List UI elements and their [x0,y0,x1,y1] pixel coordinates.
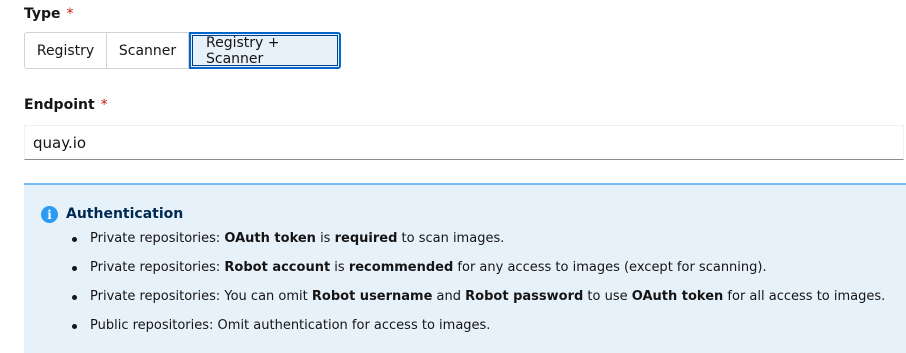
toggle-scanner[interactable]: Scanner [107,32,189,69]
toggle-registry[interactable]: Registry [24,32,107,69]
emphasis-text: Robot password [465,289,584,304]
item-text: Public repositories: Omit authentication… [90,318,491,333]
alert-list-item: Private repositories: Robot account is r… [72,260,885,289]
emphasis-text: required [334,231,398,246]
authentication-alert: i Authentication Private repositories: O… [24,183,906,353]
endpoint-value: quay.io [33,133,87,152]
required-asterisk: * [66,6,74,22]
alert-title: Authentication [66,206,184,222]
item-text: Private repositories: [90,231,225,246]
emphasis-text: OAuth token [631,289,724,304]
item-text: Private repositories: [90,260,225,275]
type-toggle-group: Registry Scanner Registry + Scanner [24,32,341,69]
alert-list-item: Public repositories: Omit authentication… [72,318,885,347]
type-label-text: Type [24,6,61,22]
endpoint-label-text: Endpoint [24,97,95,113]
item-text: to use [583,289,632,304]
info-icon: i [41,206,58,223]
alert-list-item: Private repositories: OAuth token is req… [72,231,885,260]
emphasis-text: recommended [348,260,454,275]
alert-list: Private repositories: OAuth token is req… [72,231,885,347]
alert-list-item: Private repositories: You can omit Robot… [72,289,885,318]
item-text: is [330,260,349,275]
emphasis-text: Robot account [224,260,331,275]
item-text: and [432,289,466,304]
type-label: Type * [24,6,74,22]
endpoint-label: Endpoint * [24,97,108,113]
emphasis-text: Robot username [311,289,433,304]
item-text: is [315,231,335,246]
item-text: Private repositories: You can omit [90,289,312,304]
item-text: to scan images. [397,231,505,246]
emphasis-text: OAuth token [224,231,316,246]
item-text: for all access to images. [723,289,886,304]
endpoint-input[interactable]: quay.io [24,125,904,160]
item-text: for any access to images (except for sca… [453,260,767,275]
required-asterisk: * [100,97,108,113]
toggle-registry-scanner[interactable]: Registry + Scanner [189,32,341,69]
